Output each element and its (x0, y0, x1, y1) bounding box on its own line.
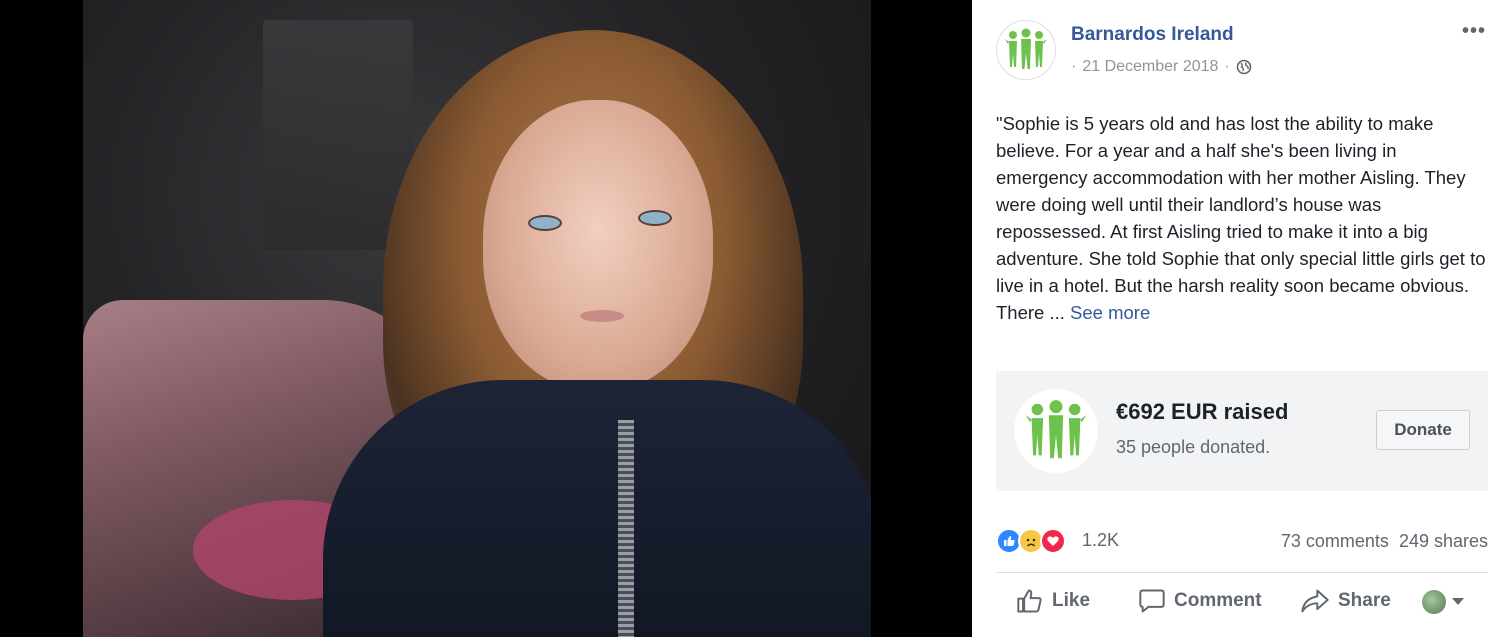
reaction-count[interactable]: 1.2K (1082, 530, 1119, 551)
comment-label: Comment (1174, 590, 1262, 611)
post-photo[interactable] (83, 0, 871, 637)
post-panel: Barnardos Ireland · 21 December 2018 · •… (972, 0, 1504, 637)
see-more-link[interactable]: See more (1070, 302, 1150, 323)
thumbs-up-icon (1017, 589, 1042, 613)
reactions-bar: 1.2K 73 comments 249 shares (996, 524, 1488, 558)
child-mouth (580, 310, 624, 322)
post-date[interactable]: 21 December 2018 (1082, 58, 1218, 76)
comment-button[interactable]: Comment (1138, 588, 1262, 614)
post-meta: · 21 December 2018 · (1071, 58, 1252, 76)
love-reaction-icon (1040, 528, 1066, 554)
fundraiser-card[interactable]: €692 EUR raised 35 people donated. Donat… (996, 371, 1488, 491)
share-arrow-icon (1301, 589, 1329, 613)
post-header: Barnardos Ireland · 21 December 2018 · •… (996, 20, 1486, 80)
globe-icon[interactable] (1236, 59, 1252, 75)
post-body: "Sophie is 5 years old and has lost the … (996, 113, 1486, 323)
page-avatar[interactable] (996, 20, 1056, 80)
donate-button[interactable]: Donate (1376, 410, 1470, 450)
meta-separator-2: · (1224, 58, 1230, 75)
child-face (483, 100, 713, 390)
respond-as-selector[interactable] (1422, 590, 1464, 614)
share-label: Share (1338, 590, 1391, 611)
caret-down-icon (1452, 598, 1464, 605)
barnardos-logo-icon (1025, 400, 1087, 459)
meta-separator: · (1071, 58, 1077, 75)
share-button[interactable]: Share (1300, 588, 1391, 614)
barnardos-logo-icon (1005, 28, 1047, 69)
fundraiser-donors[interactable]: 35 people donated. (1116, 437, 1270, 458)
user-avatar (1422, 590, 1446, 614)
action-bar: Like Comment Share (996, 584, 1488, 622)
child-hoodie (323, 380, 871, 637)
child-right-eye (638, 210, 672, 226)
fundraiser-logo (1014, 389, 1098, 473)
divider (996, 572, 1488, 573)
child-left-eye (528, 215, 562, 231)
background-door (263, 20, 413, 250)
reaction-icons[interactable] (996, 528, 1066, 554)
fundraiser-amount: €692 EUR raised (1116, 399, 1289, 424)
comments-count[interactable]: 73 comments (1281, 531, 1389, 551)
speech-bubble-icon (1139, 589, 1165, 613)
like-button[interactable]: Like (1016, 588, 1090, 614)
shares-count[interactable]: 249 shares (1399, 531, 1488, 551)
page-name-link[interactable]: Barnardos Ireland (1071, 24, 1234, 46)
photo-viewer (0, 0, 972, 637)
more-options-button[interactable]: ••• (1462, 20, 1486, 43)
engagement-stats: 73 comments 249 shares (1281, 531, 1488, 552)
like-label: Like (1052, 590, 1091, 611)
hoodie-zip (618, 420, 634, 637)
post-text: "Sophie is 5 years old and has lost the … (996, 110, 1492, 326)
